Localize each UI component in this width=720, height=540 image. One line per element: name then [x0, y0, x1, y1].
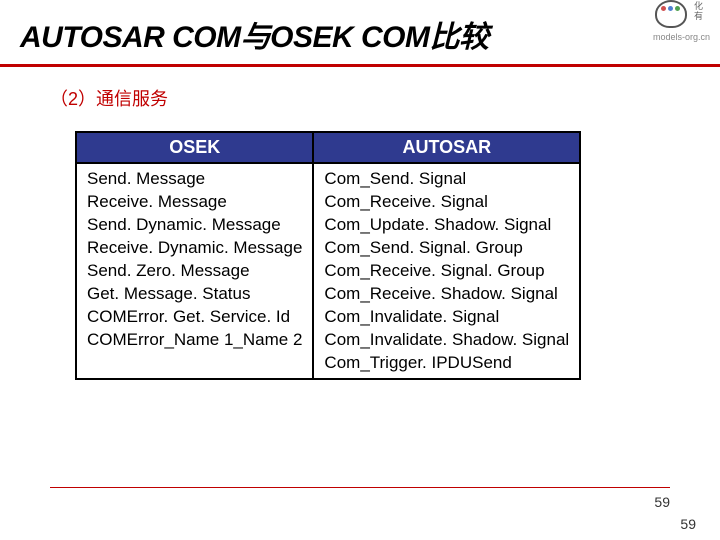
osek-api-item: Get. Message. Status [87, 283, 302, 306]
osek-api-item: Receive. Message [87, 191, 302, 214]
logo-chinese-chars: 化 有 [694, 2, 703, 22]
table-header-osek: OSEK [76, 132, 313, 163]
osek-cell: Send. MessageReceive. MessageSend. Dynam… [76, 163, 313, 379]
autosar-api-item: Com_Update. Shadow. Signal [324, 214, 569, 237]
autosar-api-item: Com_Send. Signal [324, 168, 569, 191]
autosar-cell: Com_Send. SignalCom_Receive. SignalCom_U… [313, 163, 580, 379]
page-title: AUTOSAR COM与OSEK COM比较 [20, 12, 700, 56]
autosar-api-item: Com_Send. Signal. Group [324, 237, 569, 260]
osek-api-item: Send. Zero. Message [87, 260, 302, 283]
page-number-inner: 59 [654, 494, 670, 510]
logo-url-text: models-org.cn [653, 32, 710, 42]
osek-api-item: Send. Dynamic. Message [87, 214, 302, 237]
autosar-api-item: Com_Trigger. IPDUSend [324, 352, 569, 375]
osek-api-item: Send. Message [87, 168, 302, 191]
comparison-table: OSEK AUTOSAR Send. MessageReceive. Messa… [75, 131, 581, 380]
osek-api-item: COMError. Get. Service. Id [87, 306, 302, 329]
autosar-api-item: Com_Receive. Shadow. Signal [324, 283, 569, 306]
comparison-table-container: OSEK AUTOSAR Send. MessageReceive. Messa… [75, 131, 645, 380]
autosar-api-item: Com_Invalidate. Signal [324, 306, 569, 329]
table-row: Send. MessageReceive. MessageSend. Dynam… [76, 163, 580, 379]
osek-api-item: COMError_Name 1_Name 2 [87, 329, 302, 352]
page-number-outer: 59 [680, 516, 696, 532]
footer-divider [50, 487, 670, 488]
autosar-api-item: Com_Receive. Signal [324, 191, 569, 214]
logo-area: 化 有 models-org.cn [653, 0, 710, 42]
table-header-autosar: AUTOSAR [313, 132, 580, 163]
osek-api-item: Receive. Dynamic. Message [87, 237, 302, 260]
autosar-api-item: Com_Receive. Signal. Group [324, 260, 569, 283]
autosar-api-item: Com_Invalidate. Shadow. Signal [324, 329, 569, 352]
section-subtitle: （2）通信服务 [0, 67, 720, 131]
brain-logo-icon: 化 有 [653, 0, 689, 30]
header: AUTOSAR COM与OSEK COM比较 [0, 0, 720, 67]
